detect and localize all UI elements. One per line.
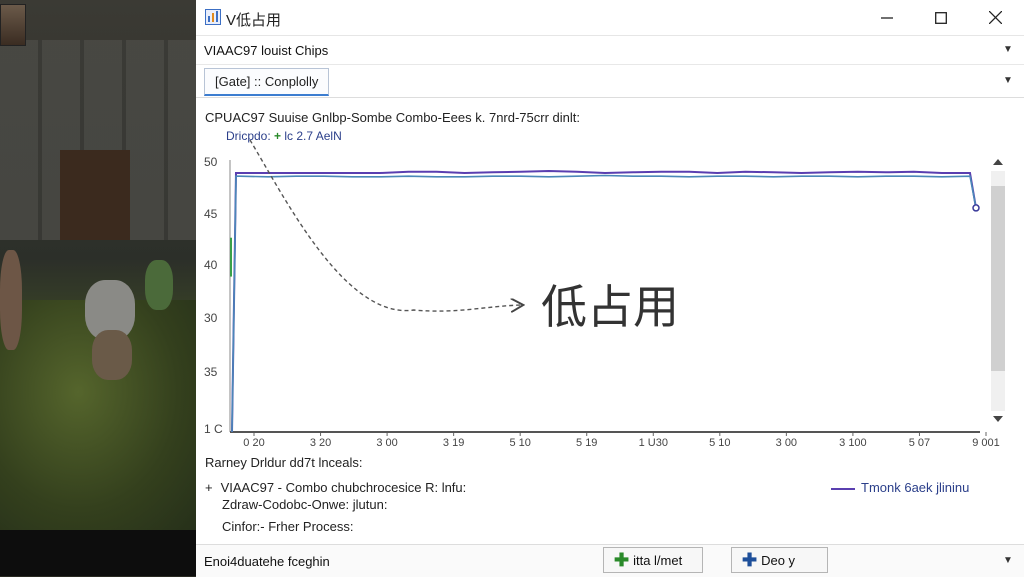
x-tick-label: 5 19 <box>576 437 597 449</box>
tab-gate-completely[interactable]: [Gate] :: Conplolly <box>204 68 330 96</box>
plus-icon: ✚ <box>742 550 758 570</box>
y-axis-ticks: 50 45 40 30 35 1 C <box>204 155 223 436</box>
chart-title: CPUAC97 Suuise Gnlbp-Sombe Combo-Eees k.… <box>205 110 581 125</box>
chart-scrollbar[interactable] <box>989 156 1007 426</box>
x-tick-label: 1 U30 <box>639 437 668 449</box>
process-name: VIAAC97 louist Chips <box>204 43 329 58</box>
process-row-label: VIAAC97 - Combo chubchrocesice R: lnfu: <box>220 480 467 495</box>
annotation-arrow <box>249 140 522 311</box>
y-tick-label: 30 <box>204 311 218 325</box>
app-icon <box>205 9 221 25</box>
series-end-point <box>972 204 980 212</box>
maximize-icon <box>935 11 947 24</box>
character-figure <box>145 260 173 310</box>
y-tick-label: 35 <box>204 365 218 379</box>
x-tick-label: 0 20 <box>243 437 264 449</box>
scroll-up-icon[interactable] <box>989 156 1007 168</box>
chevron-down-icon[interactable]: ▼ <box>1002 555 1014 567</box>
tab-bar: [Gate] :: Conplolly ▼ <box>196 65 1024 98</box>
y-tick-label: 1 C <box>204 422 223 436</box>
scroll-thumb[interactable] <box>991 186 1005 371</box>
button-label: Deo y <box>761 552 796 568</box>
app-window: V低占用 VIAAC97 louist Chips ▼ [Gate] :: Co… <box>196 0 1024 577</box>
y-tick-label: 45 <box>204 207 218 221</box>
x-tick-label: 3 100 <box>839 437 867 449</box>
chevron-down-icon[interactable]: ▼ <box>1002 44 1014 56</box>
game-bottom-bar <box>0 530 196 576</box>
action-button-1[interactable]: ✚ itta l/met <box>603 547 703 573</box>
character-figure <box>0 250 22 350</box>
expand-icon[interactable]: + <box>205 480 213 495</box>
tab-label: [Gate] :: Conplolly <box>215 74 319 89</box>
y-tick-label: 40 <box>204 258 218 272</box>
close-icon <box>988 11 1002 24</box>
close-button[interactable] <box>966 0 1024 35</box>
chevron-down-icon[interactable]: ▼ <box>1002 75 1014 87</box>
legend-label: Tmonk 6aek jlininu <box>861 480 970 495</box>
process-row[interactable]: + VIAAC97 - Combo chubchrocesice R: lnfu: <box>205 480 466 495</box>
maximize-button[interactable] <box>912 0 970 35</box>
player-avatar[interactable] <box>0 4 26 46</box>
x-tick-label: 3 00 <box>776 437 797 449</box>
wooden-door <box>60 150 130 240</box>
x-axis-ticks: 0 20 3 20 3 00 3 19 5 10 5 19 1 U30 5 10 3 00 3 1… <box>243 432 1000 449</box>
chart-legend: Tmonk 6aek jlininu <box>831 480 969 495</box>
bottom-toolbar: Enoi4duatehe fceghin ✚ itta l/met ✚ Deo … <box>196 544 1024 577</box>
scroll-down-icon[interactable] <box>989 413 1007 425</box>
process-subrow[interactable]: Zdraw-Codobc-Onwe: jlutun: <box>222 497 387 512</box>
cpu-line-chart: 50 45 40 30 35 1 C 0 20 3 20 3 00 3 19 5 10 5 19 1 … <box>204 140 1000 449</box>
character-figure <box>92 330 132 380</box>
button-label: itta l/met <box>633 552 683 568</box>
minimize-button[interactable] <box>858 0 916 35</box>
x-tick-label: 5 07 <box>909 437 930 449</box>
legend-line-swatch <box>831 487 855 490</box>
process-selector[interactable]: VIAAC97 louist Chips ▼ <box>196 36 1024 65</box>
game-background <box>0 0 196 576</box>
x-tick-label: 5 10 <box>709 437 730 449</box>
x-tick-label: 3 20 <box>310 437 331 449</box>
annotation-label: 低占用 <box>541 280 679 334</box>
y-tick-label: 50 <box>204 155 218 169</box>
x-tick-label: 3 19 <box>443 437 464 449</box>
x-tick-label: 3 00 <box>376 437 397 449</box>
minimize-icon <box>881 16 893 19</box>
title-bar[interactable]: V低占用 <box>196 0 1024 36</box>
status-text: Enoi4duatehe fceghin <box>204 554 330 569</box>
x-tick-label: 5 10 <box>509 437 530 449</box>
window-title: V低占用 <box>226 12 282 29</box>
process-subrow[interactable]: Cinfor:- Frher Process: <box>222 519 353 534</box>
details-heading: Rarney Drldur dd7t lnceals: <box>205 455 363 470</box>
action-button-2[interactable]: ✚ Deo y <box>731 547 828 573</box>
plus-icon: ✚ <box>614 550 630 570</box>
x-tick-label: 9 001 <box>972 437 1000 449</box>
